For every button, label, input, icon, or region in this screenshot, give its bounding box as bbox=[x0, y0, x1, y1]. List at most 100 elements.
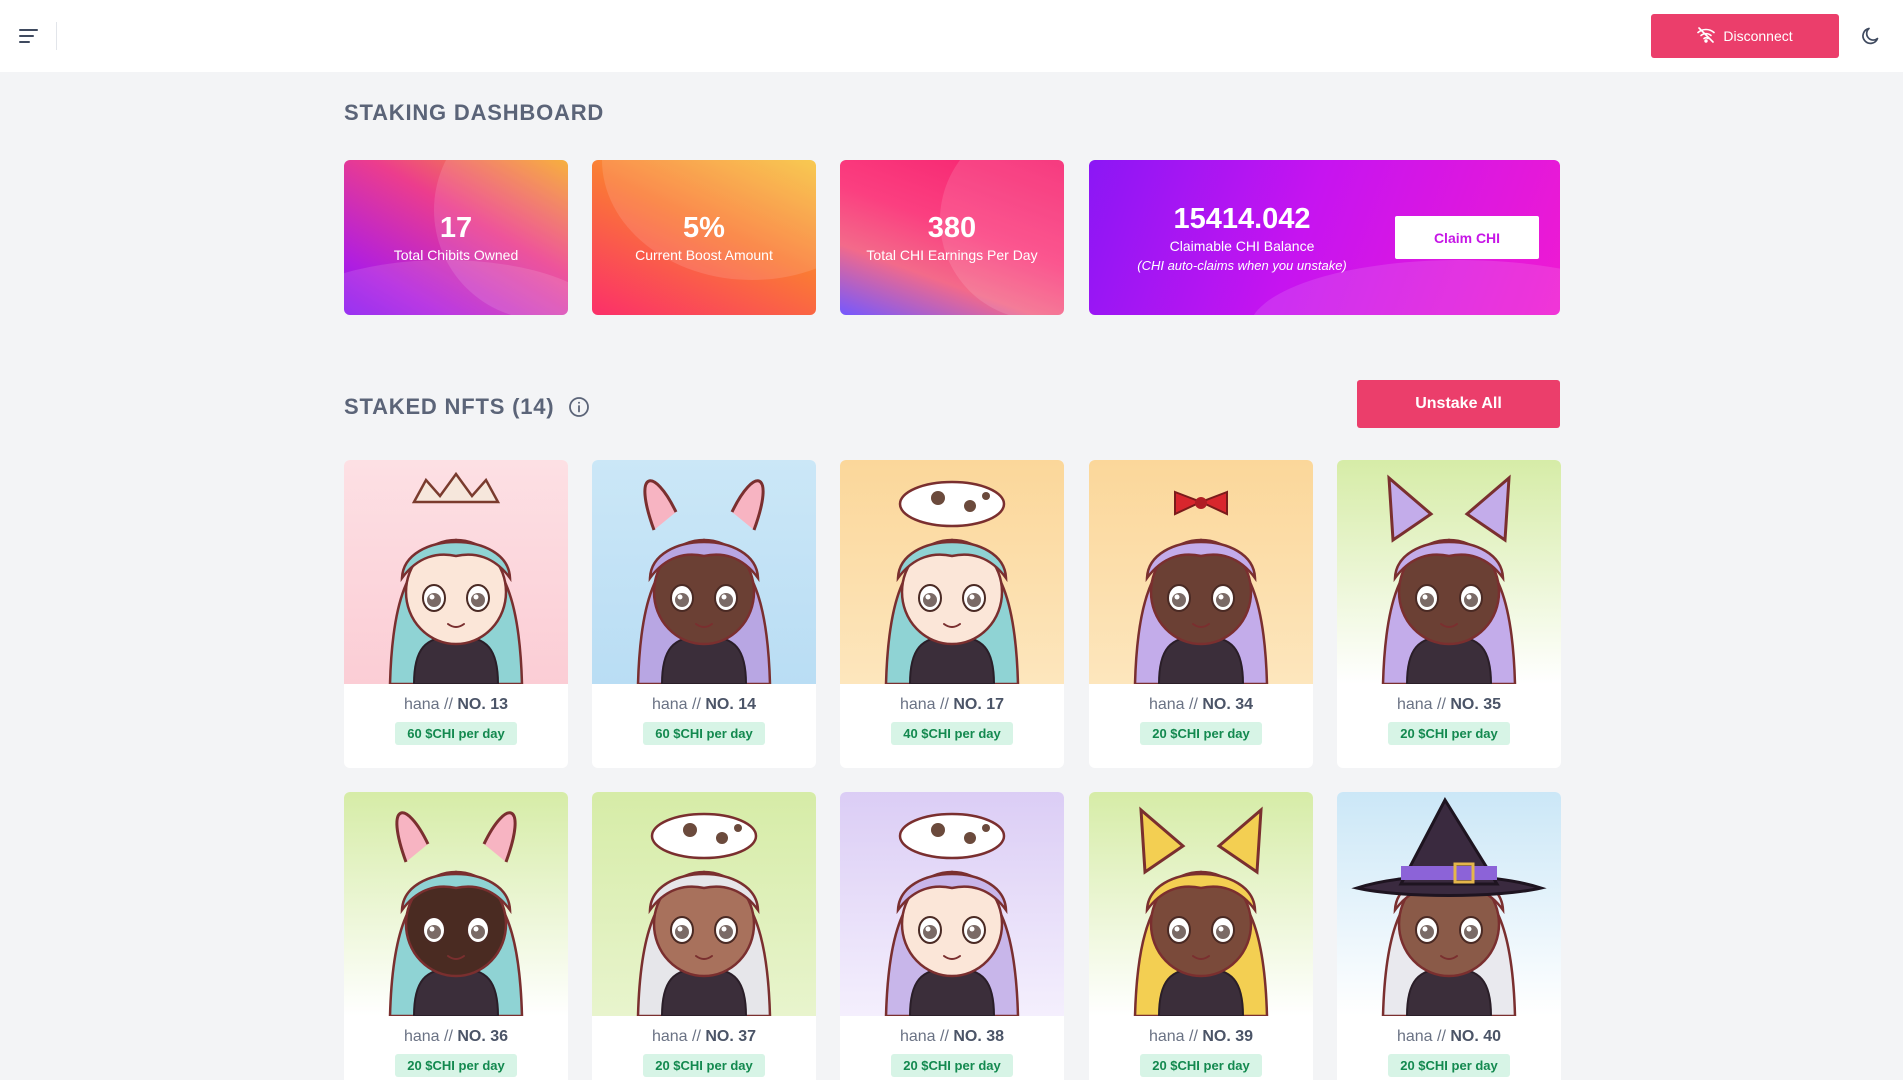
nft-card[interactable]: hana // NO. 39 20 $CHI per day bbox=[1089, 792, 1313, 1080]
chibi-avatar-illustration bbox=[1089, 792, 1313, 1016]
claim-info: 15414.042 Claimable CHI Balance (CHI aut… bbox=[1089, 203, 1395, 273]
nft-rate-badge: 60 $CHI per day bbox=[643, 722, 765, 745]
nft-card[interactable]: hana // NO. 40 20 $CHI per day bbox=[1337, 792, 1561, 1080]
chibi-avatar-illustration bbox=[592, 460, 816, 684]
staked-title-text: STAKED NFTS (14) bbox=[344, 394, 555, 419]
nft-name: hana // NO. 37 bbox=[592, 1028, 816, 1046]
nft-collection-prefix: hana bbox=[899, 1028, 936, 1045]
stat-card-chibits-owned: 17 Total Chibits Owned bbox=[344, 160, 568, 315]
stat-label: Total CHI Earnings Per Day bbox=[866, 247, 1038, 263]
claimable-label: Claimable CHI Balance bbox=[1169, 237, 1315, 254]
nft-rate-badge: 20 $CHI per day bbox=[891, 1054, 1013, 1077]
top-bar-right: Disconnect bbox=[1651, 14, 1903, 58]
top-bar: Disconnect bbox=[0, 0, 1903, 72]
stat-value: 5% bbox=[683, 212, 725, 244]
nft-name: hana // NO. 36 bbox=[344, 1028, 568, 1046]
nft-number: NO. 13 bbox=[457, 696, 509, 713]
info-circle-icon[interactable] bbox=[568, 396, 590, 418]
stat-label: Total Chibits Owned bbox=[393, 247, 519, 263]
nft-number: NO. 37 bbox=[705, 1028, 757, 1045]
nft-card[interactable]: hana // NO. 14 60 $CHI per day bbox=[592, 460, 816, 768]
nft-name: hana // NO. 38 bbox=[840, 1028, 1064, 1046]
nft-rate-badge: 40 $CHI per day bbox=[891, 722, 1013, 745]
nft-image bbox=[592, 460, 816, 684]
nft-name-separator: // bbox=[1437, 1028, 1446, 1045]
nft-collection-prefix: hana bbox=[1396, 1028, 1433, 1045]
nft-name-separator: // bbox=[444, 696, 453, 713]
nft-number: NO. 39 bbox=[1202, 1028, 1254, 1045]
nft-collection-prefix: hana bbox=[1148, 1028, 1185, 1045]
nft-card[interactable]: hana // NO. 34 20 $CHI per day bbox=[1089, 460, 1313, 768]
nft-name: hana // NO. 34 bbox=[1089, 696, 1313, 714]
top-bar-divider bbox=[56, 22, 57, 50]
moon-icon[interactable] bbox=[1859, 24, 1883, 48]
nft-image bbox=[1337, 792, 1561, 1016]
nft-card[interactable]: hana // NO. 37 20 $CHI per day bbox=[592, 792, 816, 1080]
claim-note: (CHI auto-claims when you unstake) bbox=[1137, 257, 1347, 273]
claimable-value: 15414.042 bbox=[1173, 202, 1311, 235]
nft-card[interactable]: hana // NO. 36 20 $CHI per day bbox=[344, 792, 568, 1080]
page-title: STAKING DASHBOARD bbox=[344, 100, 605, 125]
nft-collection-prefix: hana bbox=[899, 696, 936, 713]
chibi-avatar-illustration bbox=[592, 792, 816, 1016]
nft-name: hana // NO. 39 bbox=[1089, 1028, 1313, 1046]
nft-rate-badge: 20 $CHI per day bbox=[643, 1054, 765, 1077]
nft-name-separator: // bbox=[444, 1028, 453, 1045]
nft-name-separator: // bbox=[692, 696, 701, 713]
nft-name-separator: // bbox=[1189, 1028, 1198, 1045]
staked-section-title: STAKED NFTS (14) bbox=[344, 394, 590, 420]
nft-number: NO. 35 bbox=[1450, 696, 1502, 713]
nft-collection-prefix: hana bbox=[651, 696, 688, 713]
stat-card-claimable-balance: 15414.042 Claimable CHI Balance (CHI aut… bbox=[1089, 160, 1560, 315]
chibi-avatar-illustration bbox=[1337, 792, 1561, 1016]
nft-rate-badge: 20 $CHI per day bbox=[1140, 1054, 1262, 1077]
nft-image bbox=[840, 792, 1064, 1016]
nft-card[interactable]: hana // NO. 35 20 $CHI per day bbox=[1337, 460, 1561, 768]
nft-name: hana // NO. 40 bbox=[1337, 1028, 1561, 1046]
nft-name: hana // NO. 35 bbox=[1337, 696, 1561, 714]
stat-value: 380 bbox=[927, 212, 977, 244]
nft-name: hana // NO. 13 bbox=[344, 696, 568, 714]
menu-lines-icon[interactable] bbox=[18, 25, 40, 47]
disconnect-button[interactable]: Disconnect bbox=[1651, 14, 1839, 58]
nft-image bbox=[1089, 460, 1313, 684]
unstake-all-button[interactable]: Unstake All bbox=[1357, 380, 1560, 428]
nft-card[interactable]: hana // NO. 13 60 $CHI per day bbox=[344, 460, 568, 768]
nft-image bbox=[344, 792, 568, 1016]
nft-collection-prefix: hana bbox=[403, 696, 440, 713]
nft-rate-badge: 60 $CHI per day bbox=[395, 722, 517, 745]
nft-number: NO. 36 bbox=[457, 1028, 509, 1045]
nft-card[interactable]: hana // NO. 38 20 $CHI per day bbox=[840, 792, 1064, 1080]
nft-rate-badge: 20 $CHI per day bbox=[1388, 722, 1510, 745]
nft-name-separator: // bbox=[940, 696, 949, 713]
stat-label: Current Boost Amount bbox=[635, 247, 773, 263]
nft-name: hana // NO. 17 bbox=[840, 696, 1064, 714]
nft-image bbox=[1337, 460, 1561, 684]
nft-number: NO. 17 bbox=[953, 696, 1005, 713]
staked-section-header: STAKED NFTS (14) Unstake All bbox=[344, 380, 1560, 430]
nft-image bbox=[1089, 792, 1313, 1016]
chibi-avatar-illustration bbox=[344, 792, 568, 1016]
nft-collection-prefix: hana bbox=[651, 1028, 688, 1045]
nft-name: hana // NO. 14 bbox=[592, 696, 816, 714]
nft-name-separator: // bbox=[692, 1028, 701, 1045]
chibi-avatar-illustration bbox=[1337, 460, 1561, 684]
stat-card-earnings-per-day: 380 Total CHI Earnings Per Day bbox=[840, 160, 1064, 315]
nft-rate-badge: 20 $CHI per day bbox=[1140, 722, 1262, 745]
nft-rate-badge: 20 $CHI per day bbox=[395, 1054, 517, 1077]
nft-collection-prefix: hana bbox=[1148, 696, 1185, 713]
nft-image bbox=[592, 792, 816, 1016]
nft-number: NO. 40 bbox=[1450, 1028, 1502, 1045]
nft-name-separator: // bbox=[1437, 696, 1446, 713]
stat-value: 17 bbox=[439, 212, 473, 244]
stat-card-boost-amount: 5% Current Boost Amount bbox=[592, 160, 816, 315]
claim-chi-button[interactable]: Claim CHI bbox=[1395, 216, 1539, 259]
nft-name-separator: // bbox=[940, 1028, 949, 1045]
nft-number: NO. 14 bbox=[705, 696, 757, 713]
nft-collection-prefix: hana bbox=[403, 1028, 440, 1045]
disconnect-label: Disconnect bbox=[1723, 28, 1793, 44]
nft-image bbox=[840, 460, 1064, 684]
nft-card[interactable]: hana // NO. 17 40 $CHI per day bbox=[840, 460, 1064, 768]
stats-row: 17 Total Chibits Owned 5% Current Boost … bbox=[344, 160, 1560, 315]
nft-number: NO. 34 bbox=[1202, 696, 1254, 713]
